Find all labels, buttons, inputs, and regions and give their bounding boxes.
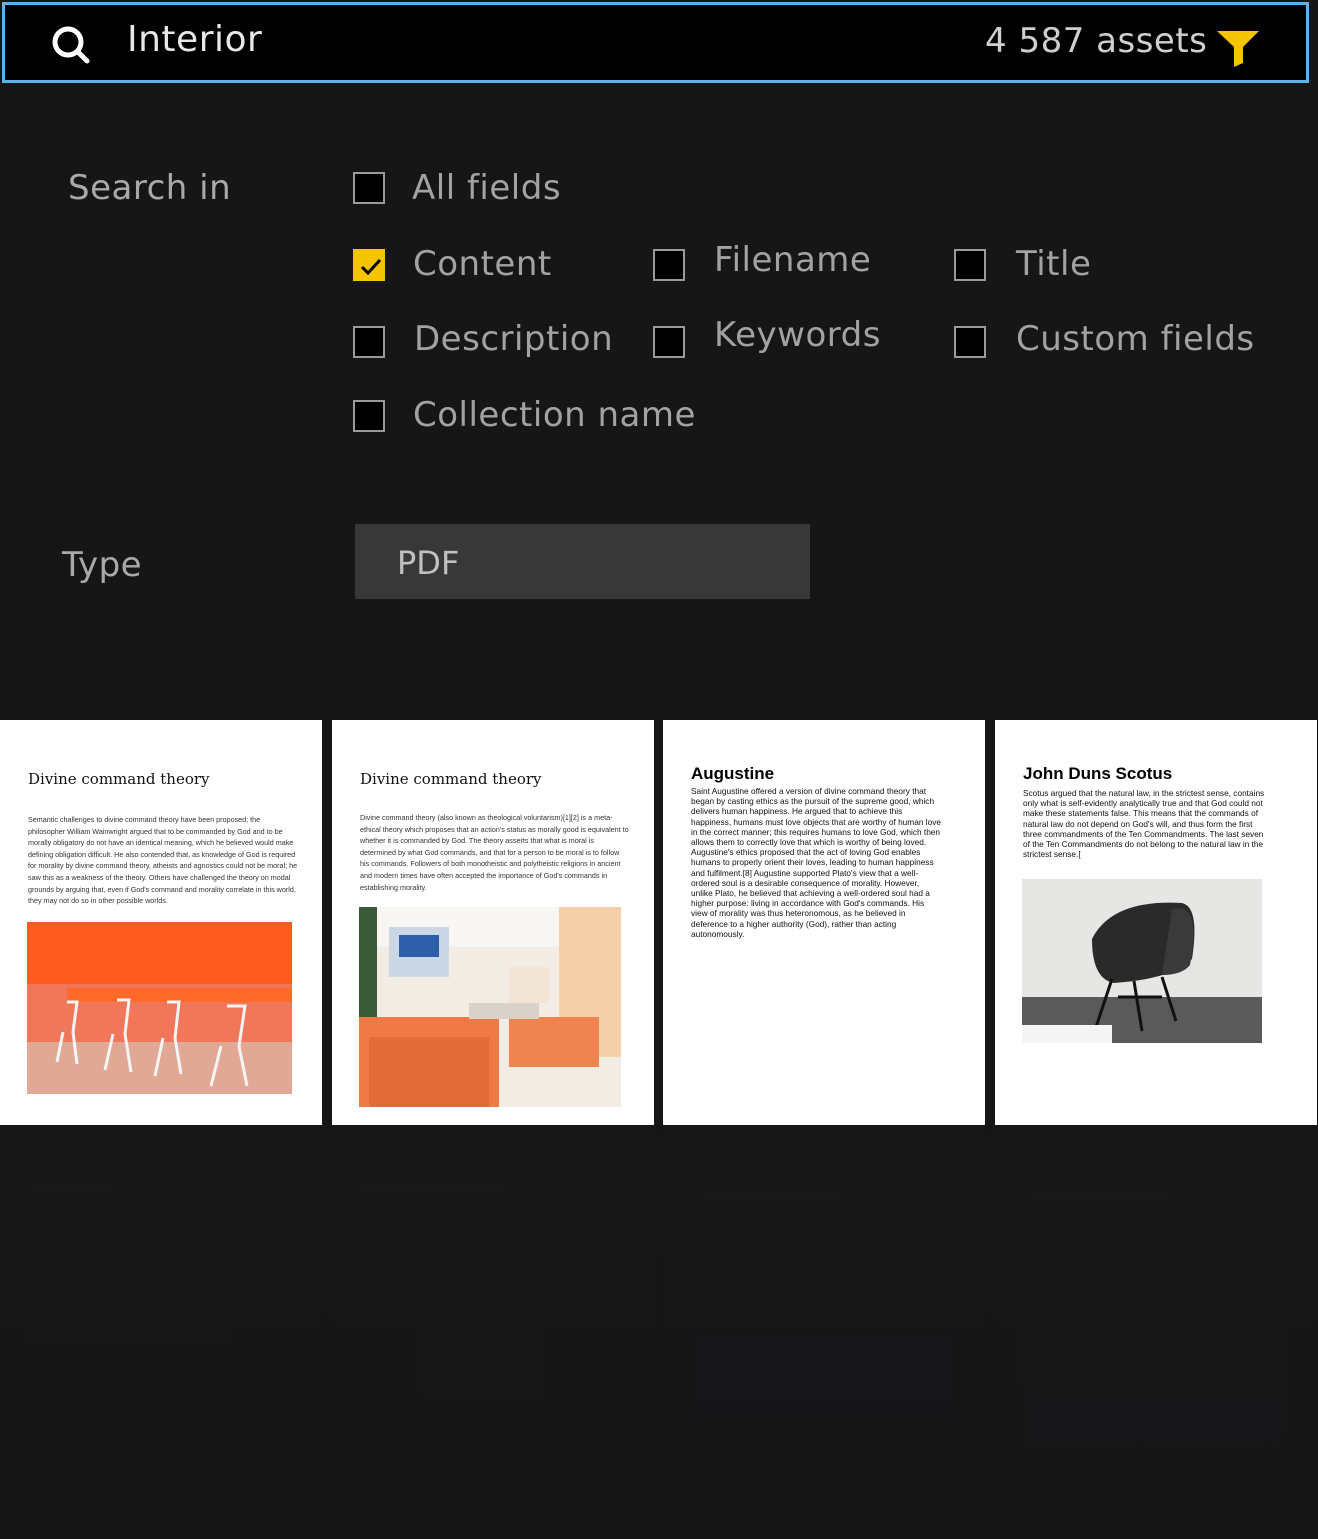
type-label: Type	[62, 545, 143, 585]
result-body: Divine command theory (also known as the…	[360, 813, 629, 892]
result-title: John Duns Scotus	[1023, 764, 1173, 783]
option-description-label[interactable]: Description	[414, 319, 613, 359]
result-card-dimmed[interactable]	[663, 1134, 985, 1539]
result-card[interactable]: Divine command theory Semantic challenge…	[0, 720, 322, 1125]
search-bar[interactable]: Interior 4 587 assets	[2, 2, 1309, 83]
search-in-label: Search in	[68, 168, 232, 208]
search-icon[interactable]	[49, 23, 93, 67]
checkbox-content[interactable]	[353, 249, 385, 281]
search-input[interactable]: Interior	[127, 19, 262, 60]
result-card-dimmed[interactable]	[995, 1134, 1317, 1539]
option-filename-label[interactable]: Filename	[714, 240, 871, 280]
type-selected-value: PDF	[397, 544, 460, 582]
checkbox-description[interactable]	[353, 326, 385, 358]
option-content-label[interactable]: Content	[413, 244, 552, 284]
result-card[interactable]: Augustine Saint Augustine offered a vers…	[663, 720, 985, 1125]
type-select[interactable]: PDF	[355, 524, 810, 599]
option-all-fields-label[interactable]: All fields	[412, 168, 561, 208]
checkbox-title[interactable]	[954, 249, 986, 281]
result-card-dimmed[interactable]	[332, 1134, 654, 1539]
result-thumbnail-image	[1022, 879, 1262, 1043]
checkbox-keywords[interactable]	[653, 326, 685, 358]
asset-count: 4 587 assets	[985, 21, 1208, 61]
result-card[interactable]: Divine command theory Divine command the…	[332, 720, 654, 1125]
filter-icon[interactable]	[1215, 27, 1261, 69]
checkbox-custom-fields[interactable]	[954, 326, 986, 358]
result-body: Scotus argued that the natural law, in t…	[1023, 788, 1265, 860]
checkbox-filename[interactable]	[653, 249, 685, 281]
result-title: Divine command theory	[360, 770, 542, 788]
check-icon	[360, 258, 382, 276]
result-thumbnail-image	[359, 907, 621, 1107]
result-title: Augustine	[691, 764, 775, 783]
result-title: Divine command theory	[28, 770, 210, 788]
result-card[interactable]: John Duns Scotus Scotus argued that the …	[995, 720, 1317, 1125]
checkbox-collection-name[interactable]	[353, 400, 385, 432]
result-card-dimmed[interactable]	[0, 1134, 322, 1539]
option-keywords-label[interactable]: Keywords	[714, 315, 881, 355]
result-body: Saint Augustine offered a version of div…	[691, 786, 941, 939]
result-thumbnail-image	[27, 922, 292, 1094]
option-custom-fields-label[interactable]: Custom fields	[1016, 319, 1255, 359]
checkbox-all-fields[interactable]	[353, 172, 385, 204]
result-body: Semantic challenges to divine command th…	[28, 815, 298, 906]
option-collection-name-label[interactable]: Collection name	[413, 395, 696, 435]
option-title-label[interactable]: Title	[1016, 244, 1091, 284]
